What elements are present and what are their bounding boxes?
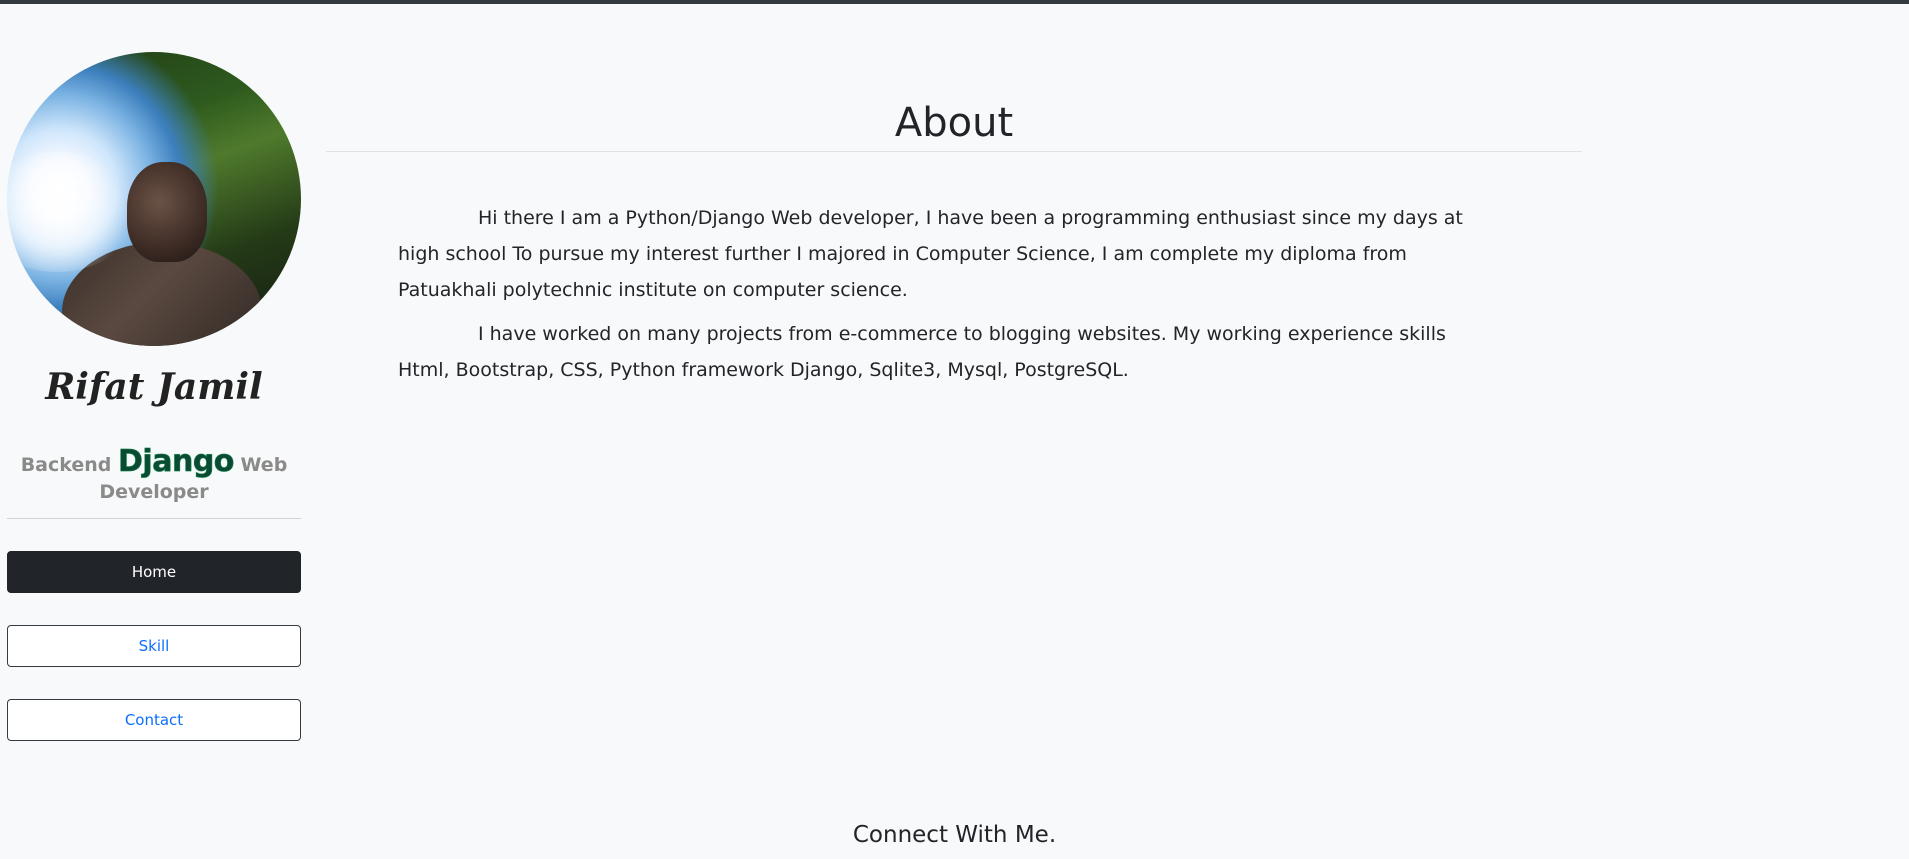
- role-prefix: Backend: [20, 454, 112, 476]
- skill-button[interactable]: Skill: [7, 625, 301, 667]
- page-title: About: [894, 100, 1014, 146]
- avatar-face: [127, 162, 207, 262]
- profile-name: Rifat Jamil: [45, 366, 263, 408]
- sidebar: Rifat Jamil Backend Django Web Developer…: [7, 52, 301, 741]
- home-button[interactable]: Home: [7, 551, 301, 593]
- top-bar: [0, 0, 1909, 4]
- title-divider: [326, 151, 1582, 152]
- profile-role: Backend Django Web Developer: [7, 446, 301, 506]
- about-paragraph-1: Hi there I am a Python/Django Web develo…: [398, 207, 1463, 301]
- contact-button[interactable]: Contact: [7, 699, 301, 741]
- about-text: Hi there I am a Python/Django Web develo…: [398, 200, 1488, 388]
- about-paragraph-2: I have worked on many projects from e-co…: [398, 323, 1446, 381]
- django-logo-text: Django: [118, 444, 235, 479]
- avatar: [7, 52, 301, 346]
- sidebar-divider: [7, 518, 301, 519]
- connect-heading: Connect With Me.: [852, 822, 1057, 848]
- main-content: About Hi there I am a Python/Django Web …: [326, 95, 1582, 396]
